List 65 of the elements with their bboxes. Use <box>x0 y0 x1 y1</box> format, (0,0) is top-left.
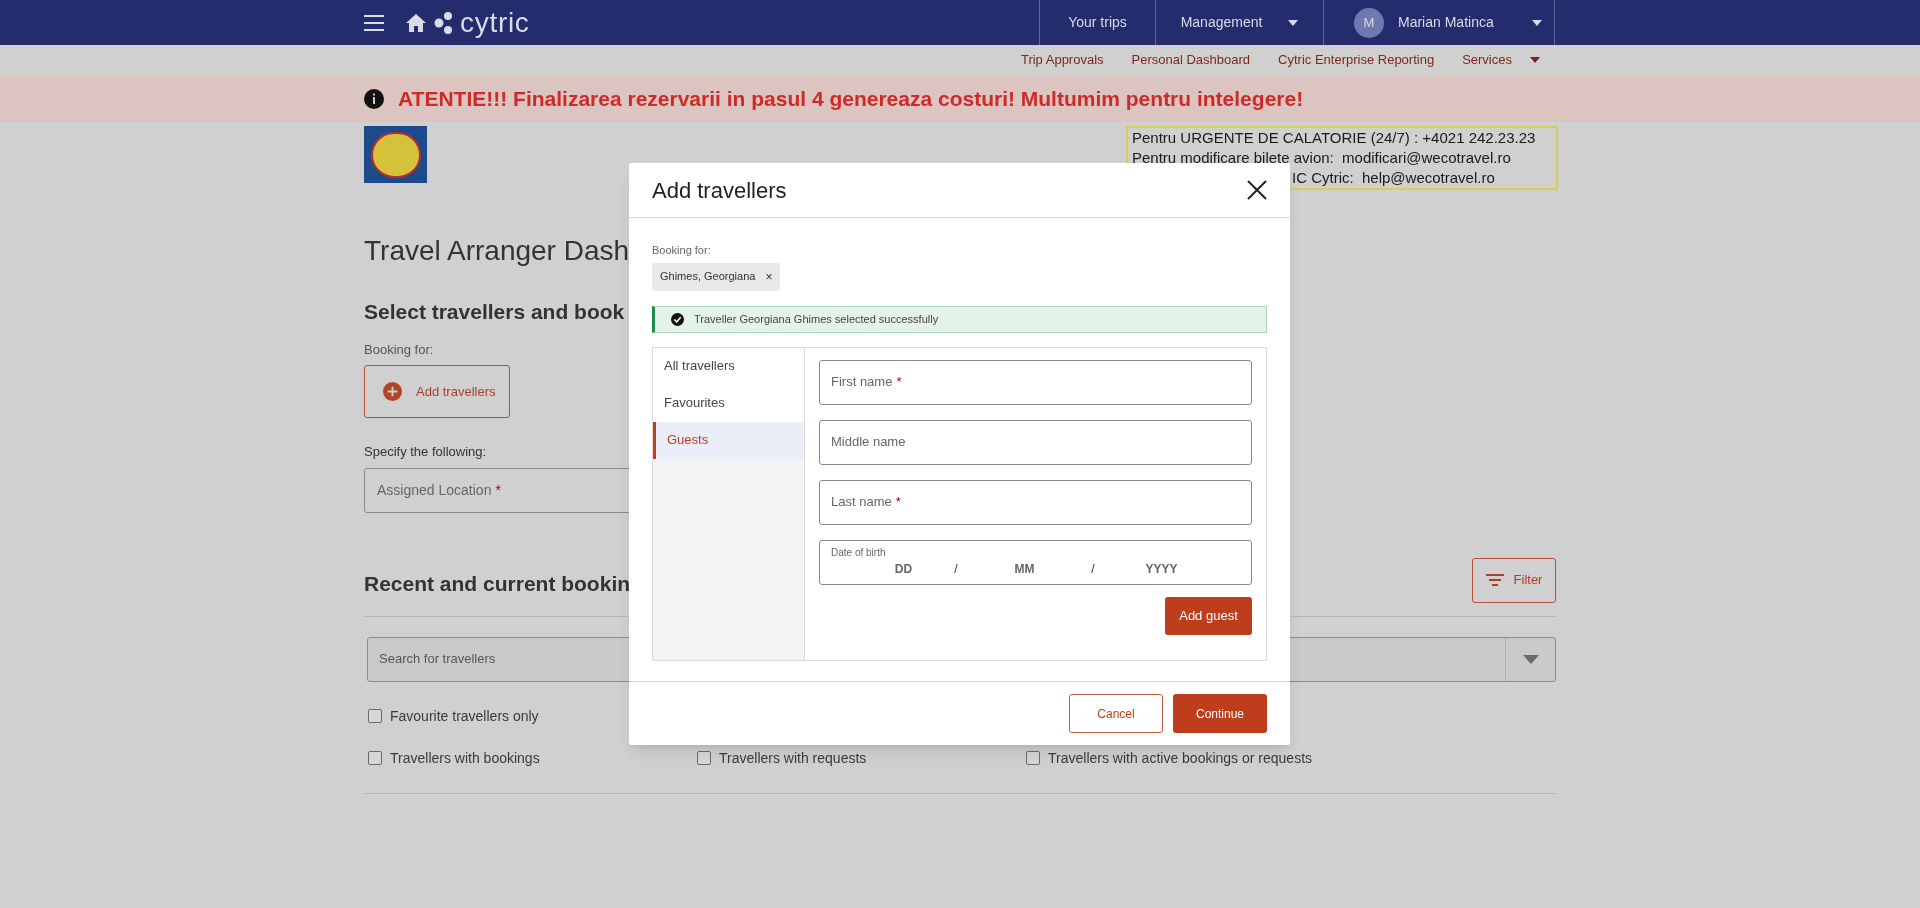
chip-label: Ghimes, Georgiana <box>660 269 756 285</box>
required-mark: * <box>895 493 901 512</box>
field-label: Specify the following: <box>364 443 487 461</box>
date-separator: / <box>953 560 959 578</box>
user-menu[interactable]: M Marian Matinca <box>1324 0 1555 45</box>
logo[interactable]: cytric <box>460 8 530 37</box>
traveller-tab[interactable]: All travellers <box>653 347 804 385</box>
required-mark: * <box>896 373 902 392</box>
nav-link[interactable]: Your trips <box>1040 0 1156 45</box>
check-circle-icon <box>671 312 684 326</box>
caret-icon <box>1530 57 1540 63</box>
text-field[interactable]: Last name * <box>819 479 1252 525</box>
subnav-link[interactable]: Services <box>1462 50 1540 70</box>
caret-icon <box>1531 19 1542 26</box>
dropdown-caret-icon <box>1522 654 1539 664</box>
nav-link[interactable]: Management <box>1156 0 1324 45</box>
text-field[interactable]: Middle name <box>819 419 1252 465</box>
cancel-button[interactable]: Cancel <box>1069 694 1163 733</box>
date-part[interactable]: MM <box>966 559 1083 578</box>
checkbox-label: Travellers with requests <box>719 748 867 768</box>
contact-line: IC Cytric: help@wecotravel.ro <box>1292 168 1495 188</box>
add-travellers-button[interactable]: Add travellers <box>364 365 510 418</box>
checkbox-label: Travellers with active bookings or requests <box>1048 748 1313 768</box>
date-separator: / <box>1090 560 1096 578</box>
filter-icon <box>1485 574 1504 586</box>
checkbox[interactable] <box>697 751 711 765</box>
date-part[interactable]: DD <box>831 559 946 578</box>
menu-icon[interactable] <box>364 14 384 31</box>
continue-button[interactable]: Continue <box>1173 694 1267 733</box>
field-label: Booking for: <box>652 243 712 258</box>
user-name: Marian Matinca <box>1398 13 1494 32</box>
subnav-link[interactable]: Trip Approvals <box>1020 50 1104 70</box>
traveller-tab[interactable]: Favourites <box>653 384 804 422</box>
checkbox[interactable] <box>368 709 382 723</box>
field-label: Booking for: <box>364 340 434 359</box>
page-title: Travel Arranger Dash <box>364 234 630 268</box>
chip-remove[interactable]: × <box>765 267 773 286</box>
contact-line: Pentru modificare bilete avion: modificari@wecotravel.ro <box>1132 148 1511 168</box>
alert-text: Traveller Georgiana Ghimes selected successfully <box>694 311 939 327</box>
company-logo <box>364 126 427 183</box>
avatar: M <box>1354 7 1384 38</box>
section-title: Select travellers and book <box>364 299 625 325</box>
text-field[interactable]: First name * <box>819 359 1252 405</box>
close-icon[interactable] <box>1247 180 1267 200</box>
home-icon[interactable] <box>406 13 426 32</box>
add-guest-button[interactable]: Add guest <box>1165 596 1252 635</box>
date-part[interactable]: YYYY <box>1103 559 1220 578</box>
contact-line: Pentru URGENTE DE CALATORIE (24/7) : +4021 242.23.23 <box>1132 128 1536 148</box>
checkbox[interactable] <box>368 751 382 765</box>
checkbox[interactable] <box>1026 751 1040 765</box>
field-label: Date of birth <box>831 545 886 560</box>
section-title: Recent and current bookin <box>364 571 631 597</box>
subnav-link[interactable]: Cytric Enterprise Reporting <box>1278 50 1435 70</box>
plus-circle-icon <box>383 382 402 401</box>
date-of-birth-field[interactable]: Date of birth DD / MM / YYYY <box>819 539 1252 585</box>
required-mark: * <box>495 480 501 500</box>
info-icon <box>364 88 384 109</box>
warning-text: ATENTIE!!! Finalizarea rezervarii in pasul 4 genereaza costuri! Multumim pentru intelegere! <box>398 85 1304 112</box>
caret-icon <box>1288 19 1299 26</box>
checkbox-label: Travellers with bookings <box>390 748 540 768</box>
subnav-link[interactable]: Personal Dashboard <box>1131 50 1251 70</box>
dialog-title: Add travellers <box>652 176 787 205</box>
checkbox-label: Favourite travellers only <box>390 706 539 726</box>
traveller-tab[interactable]: Guests <box>653 421 804 459</box>
filter-button[interactable]: Filter <box>1472 557 1556 603</box>
